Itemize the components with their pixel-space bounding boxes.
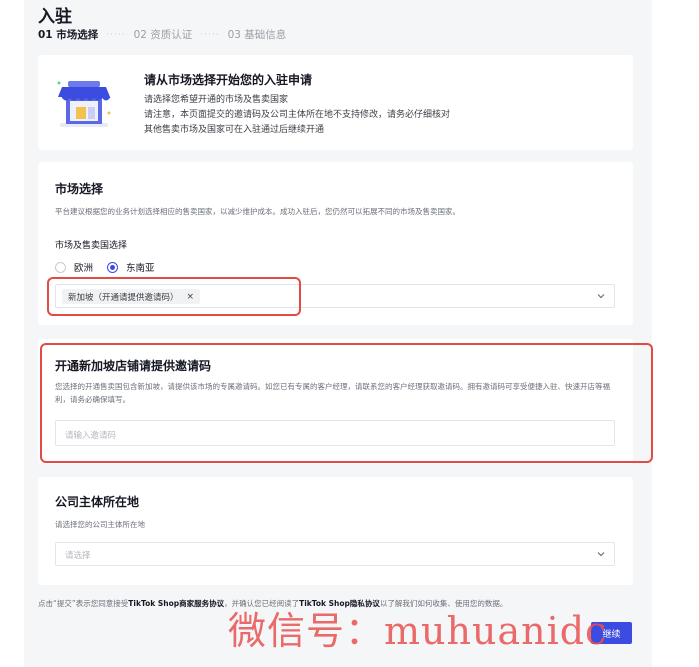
- agreement-prefix: 点击“提交”表示您同意接受: [38, 599, 129, 608]
- company-location-select[interactable]: 请选择: [55, 542, 615, 566]
- select-placeholder: 请选择: [65, 551, 91, 561]
- intro-card: 请从市场选择开始您的入驻申请 请选择您希望开通的市场及售卖国家 请注意，本页面提…: [38, 55, 633, 150]
- step-2: 02 资质认证: [133, 29, 193, 41]
- region-radio-group: 欧洲 东南亚: [55, 260, 169, 274]
- radio-circle-checked: [107, 261, 119, 273]
- company-title: 公司主体所在地: [55, 495, 140, 509]
- storefront-icon: [57, 81, 111, 127]
- company-location-card: 公司主体所在地 请选择您的公司主体所在地 请选择: [38, 477, 633, 585]
- highlight-box: [47, 277, 301, 316]
- chevron-down-icon: [597, 294, 605, 299]
- radio-circle: [55, 261, 66, 273]
- radio-label: 欧洲: [74, 263, 94, 274]
- radio-southeast-asia[interactable]: 东南亚: [107, 260, 155, 274]
- step-1: 01 市场选择: [38, 29, 99, 41]
- intro-title: 请从市场选择开始您的入驻申请: [144, 73, 313, 87]
- step-separator: ·····: [200, 29, 220, 40]
- chevron-down-icon: [597, 552, 605, 557]
- highlight-box: [40, 343, 653, 463]
- step-separator: ·····: [106, 29, 126, 40]
- company-description: 请选择您的公司主体所在地: [55, 520, 145, 529]
- intro-line: 请注意，本页面提交的邀请码及公司主体所在地不支持修改，请务必仔细核对: [144, 110, 451, 120]
- step-3: 03 基础信息: [227, 29, 287, 41]
- intro-line: 其他售卖市场及国家可在入驻通过后继续开通: [144, 125, 325, 135]
- radio-label: 东南亚: [126, 263, 155, 274]
- market-description: 平台建议根据您的业务计划选择相应的售卖国家，以减少维护成本。成功入驻后，您仍然可…: [55, 207, 460, 216]
- radio-europe[interactable]: 欧洲: [55, 260, 93, 274]
- watermark-text: 微信号：muhuanidc: [228, 609, 608, 653]
- merchant-agreement-link[interactable]: TikTok Shop商家服务协议: [128, 599, 224, 608]
- market-title: 市场选择: [55, 182, 104, 196]
- step-indicator: 01 市场选择 ····· 02 资质认证 ····· 03 基础信息: [38, 27, 286, 42]
- page-title: 入驻: [38, 7, 72, 27]
- market-field-label: 市场及售卖国选择: [55, 241, 128, 251]
- intro-line: 请选择您希望开通的市场及售卖国家: [144, 95, 289, 105]
